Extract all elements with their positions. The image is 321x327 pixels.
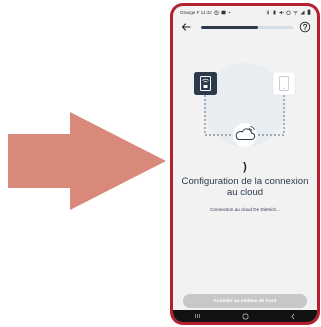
progress-fill [201,26,259,29]
boiler-control-icon [194,72,217,95]
status-carrier-time: Orange F 11:42 [180,9,212,15]
dashboard-button[interactable]: Accéder au tableau de bord [183,294,307,308]
alarm-icon [286,10,291,15]
smartphone-icon [272,71,296,96]
image-icon [221,10,226,14]
onboarding-progress-bar [201,26,293,29]
help-circle-icon[interactable] [299,21,311,33]
wifi-icon [293,10,298,14]
mute-icon [279,10,284,14]
cloud-connection-illustration [194,63,296,147]
recent-apps-icon[interactable] [191,311,203,321]
dot-icon [228,11,230,13]
alarm-icon [214,10,219,15]
status-message: Connection au cloud De Dietrich... [210,207,280,212]
signal-icon [300,10,305,14]
right-arrow-graphic [8,112,166,210]
page-title: Configuration de la connexion au cloud [181,176,309,198]
phone-screen: Orange F 11:42) Configuration de la con… [173,6,317,322]
top-bar [173,20,317,36]
loading-spinner: ) [243,161,247,173]
arrow-left-icon[interactable] [180,21,192,33]
vibrate-icon [273,10,276,14]
back-icon[interactable] [287,311,299,321]
cloud-sync-icon [233,123,257,147]
battery-icon [307,9,311,15]
navigation-bar [173,310,317,322]
home-icon[interactable] [239,311,251,321]
bluetooth-icon [266,9,270,15]
status-bar: Orange F 11:42 [173,6,317,18]
phone-frame: Orange F 11:42) Configuration de la con… [170,3,320,325]
